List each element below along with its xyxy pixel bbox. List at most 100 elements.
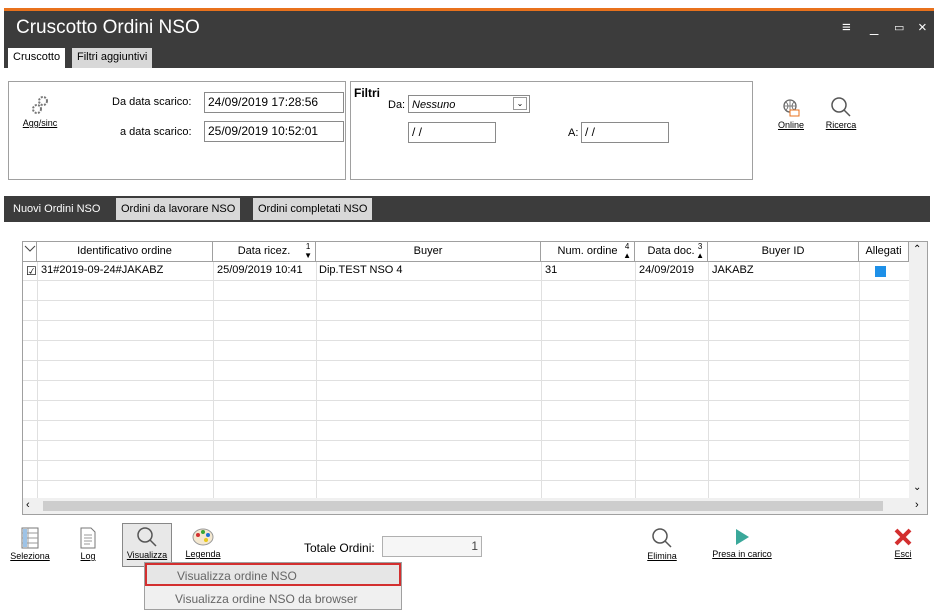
visualizza-button[interactable]: Visualizza bbox=[122, 523, 172, 567]
seleziona-button[interactable]: Seleziona bbox=[8, 527, 52, 561]
tab-cruscotto[interactable]: Cruscotto bbox=[8, 48, 66, 68]
globe-icon bbox=[783, 99, 800, 117]
agg-sinc-button[interactable]: Agg/sinc bbox=[20, 94, 60, 128]
col-num-ordine-label: Num. ordine bbox=[557, 245, 618, 257]
magnifier-icon bbox=[137, 527, 157, 547]
palette-icon bbox=[192, 528, 214, 546]
col-data-doc[interactable]: Data doc. 3 ▲ bbox=[635, 242, 708, 262]
agg-sinc-label: Agg/sinc bbox=[22, 118, 58, 128]
filtri-date-to[interactable]: / / bbox=[581, 122, 669, 143]
presa-in-carico-button[interactable]: Presa in carico bbox=[706, 527, 778, 559]
row-divider bbox=[23, 380, 909, 381]
filtri-title: Filtri bbox=[354, 86, 380, 100]
app-window: Cruscotto Ordini NSO ≡ _ ▭ × Cruscotto F… bbox=[0, 0, 934, 610]
header-select[interactable] bbox=[23, 242, 37, 262]
col-data-ricez[interactable]: Data ricez. 1 ▼ bbox=[213, 242, 316, 262]
menu-item-visualizza-browser[interactable]: Visualizza ordine NSO da browser bbox=[145, 588, 401, 611]
search-icon bbox=[652, 528, 672, 548]
cell-num-ordine: 31 bbox=[545, 264, 558, 276]
search-icon bbox=[831, 97, 851, 117]
close-button[interactable]: × bbox=[918, 19, 927, 36]
row-divider bbox=[23, 300, 909, 301]
exit-x-icon bbox=[894, 528, 912, 546]
col-divider bbox=[541, 262, 542, 498]
legenda-label: Legenda bbox=[185, 549, 221, 559]
menu-icon[interactable]: ≡ bbox=[842, 19, 851, 36]
col-identificativo[interactable]: Identificativo ordine bbox=[37, 242, 213, 262]
filtri-da-label: Da: bbox=[388, 99, 406, 111]
col-divider bbox=[708, 262, 709, 498]
filtri-da-select[interactable]: Nessuno ⌄ bbox=[408, 95, 530, 113]
sort-up-icon: 3 ▲ bbox=[696, 242, 704, 260]
online-label: Online bbox=[777, 120, 804, 130]
log-button[interactable]: Log bbox=[76, 527, 100, 561]
vertical-scrollbar[interactable]: ⌃ ⌄ bbox=[909, 242, 927, 498]
allegati-indicator[interactable] bbox=[875, 266, 886, 277]
log-label: Log bbox=[80, 551, 96, 561]
orders-grid: Identificativo ordine Data ricez. 1 ▼ Buy… bbox=[22, 241, 928, 515]
sort-down-icon: 1 ▼ bbox=[304, 242, 312, 260]
col-divider bbox=[635, 262, 636, 498]
col-allegati[interactable]: Allegati bbox=[859, 242, 909, 262]
esci-button[interactable]: Esci bbox=[890, 527, 916, 559]
row-divider bbox=[23, 440, 909, 441]
col-buyer-id[interactable]: Buyer ID bbox=[708, 242, 859, 262]
col-divider bbox=[213, 262, 214, 498]
context-menu: Visualizza ordine NSO Visualizza ordine … bbox=[144, 562, 402, 610]
play-icon bbox=[736, 529, 749, 545]
sort-mark-data-ricez: 1 bbox=[305, 242, 311, 251]
visualizza-label: Visualizza bbox=[126, 550, 168, 560]
tab-ordini-da-lavorare[interactable]: Ordini da lavorare NSO bbox=[116, 198, 241, 220]
sort-mark-data-doc: 3 bbox=[697, 242, 703, 251]
online-button[interactable]: Online bbox=[774, 98, 808, 130]
col-buyer[interactable]: Buyer bbox=[316, 242, 541, 262]
legenda-button[interactable]: Legenda bbox=[180, 527, 226, 559]
tab-ordini-completati[interactable]: Ordini completati NSO bbox=[253, 198, 373, 220]
filtri-a-label: A: bbox=[568, 127, 579, 139]
a-data-label: a data scarico: bbox=[120, 126, 192, 138]
filtri-date-from[interactable]: / / bbox=[408, 122, 496, 143]
document-icon bbox=[80, 527, 96, 549]
totale-ordini-label: Totale Ordini: bbox=[304, 541, 375, 555]
elimina-button[interactable]: Elimina bbox=[642, 527, 682, 561]
scroll-left-icon[interactable]: ‹ bbox=[26, 499, 30, 511]
col-divider bbox=[859, 262, 860, 498]
ricerca-button[interactable]: Ricerca bbox=[818, 96, 864, 130]
tab-nuovi-ordini[interactable]: Nuovi Ordini NSO bbox=[8, 198, 106, 220]
da-data-field[interactable]: 24/09/2019 17:28:56 bbox=[204, 92, 344, 113]
gears-icon bbox=[32, 96, 48, 114]
menu-item-visualizza-ordine[interactable]: Visualizza ordine NSO bbox=[145, 563, 401, 586]
presa-in-carico-label: Presa in carico bbox=[712, 549, 772, 559]
scroll-right-icon[interactable]: › bbox=[915, 499, 919, 511]
cell-data-ricez: 25/09/2019 10:41 bbox=[217, 264, 303, 276]
title-bar: Cruscotto Ordini NSO ≡ _ ▭ × bbox=[4, 8, 934, 44]
col-data-ricez-label: Data ricez. bbox=[237, 245, 291, 257]
maximize-button[interactable]: ▭ bbox=[894, 21, 904, 34]
row-divider bbox=[23, 360, 909, 361]
sort-mark-num-ordine: 4 bbox=[624, 242, 630, 251]
a-data-field[interactable]: 25/09/2019 10:52:01 bbox=[204, 121, 344, 142]
row-divider bbox=[23, 320, 909, 321]
row-divider bbox=[23, 420, 909, 421]
seleziona-label: Seleziona bbox=[10, 551, 50, 561]
row-divider bbox=[23, 460, 909, 461]
minimize-button[interactable]: _ bbox=[870, 19, 878, 36]
horizontal-scrollbar[interactable]: ‹ › bbox=[23, 498, 927, 514]
row-checkbox[interactable]: ☑ bbox=[24, 262, 39, 279]
scroll-down-icon[interactable]: ⌄ bbox=[913, 482, 921, 493]
da-data-label: Da data scarico: bbox=[112, 96, 192, 108]
sort-up-icon: 4 ▲ bbox=[623, 242, 631, 260]
col-divider bbox=[37, 262, 38, 498]
filtri-da-value: Nessuno bbox=[412, 99, 456, 111]
elimina-label: Elimina bbox=[647, 551, 677, 561]
chevron-down-icon[interactable]: ⌄ bbox=[513, 97, 527, 110]
row-divider bbox=[23, 480, 909, 481]
table-select-icon bbox=[21, 527, 39, 549]
scroll-up-icon[interactable]: ⌃ bbox=[913, 244, 921, 255]
cell-buyer-id: JAKABZ bbox=[712, 264, 754, 276]
scrollbar-thumb[interactable] bbox=[43, 501, 883, 511]
tab-filtri-aggiuntivi[interactable]: Filtri aggiuntivi bbox=[72, 48, 153, 68]
esci-label: Esci bbox=[894, 549, 912, 559]
totale-ordini-field: 1 bbox=[382, 536, 482, 557]
col-num-ordine[interactable]: Num. ordine 4 ▲ bbox=[541, 242, 635, 262]
